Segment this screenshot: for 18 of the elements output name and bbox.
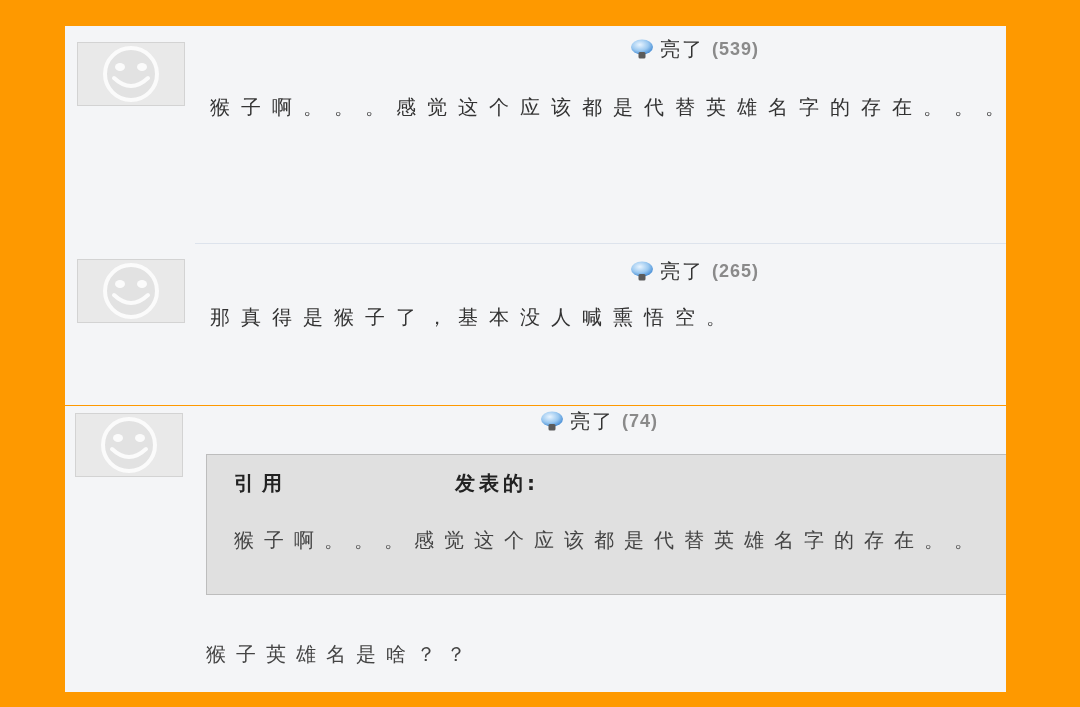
like-count: (539) [712,38,760,60]
like-button[interactable]: 亮了 [630,257,704,285]
lightbulb-icon [630,39,654,59]
quote-label: 引用 [234,469,290,497]
post-text: 那真得是猴子了，基本没人喊熏悟空。 [210,304,738,330]
smiley-avatar-icon [77,259,185,323]
lightbulb-icon [540,411,564,431]
like-count: (265) [712,260,760,282]
lightbulb-icon [630,261,654,281]
post-text: 猴子英雄名是啥？？ [206,641,477,667]
quote-author-suffix: 发表的: [455,469,539,497]
smiley-avatar-icon [75,413,183,477]
like-button[interactable]: 亮了 [540,407,614,435]
like-button[interactable]: 亮了 [630,35,704,63]
post-text: 猴子啊。。。感觉这个应该都是代替英雄名字的存在。。。 [210,94,1006,120]
quote-text: 猴子啊。。。感觉这个应该都是代替英雄名字的存在。。 [234,527,985,553]
smiley-avatar-icon [77,42,185,106]
like-count: (74) [622,410,658,432]
